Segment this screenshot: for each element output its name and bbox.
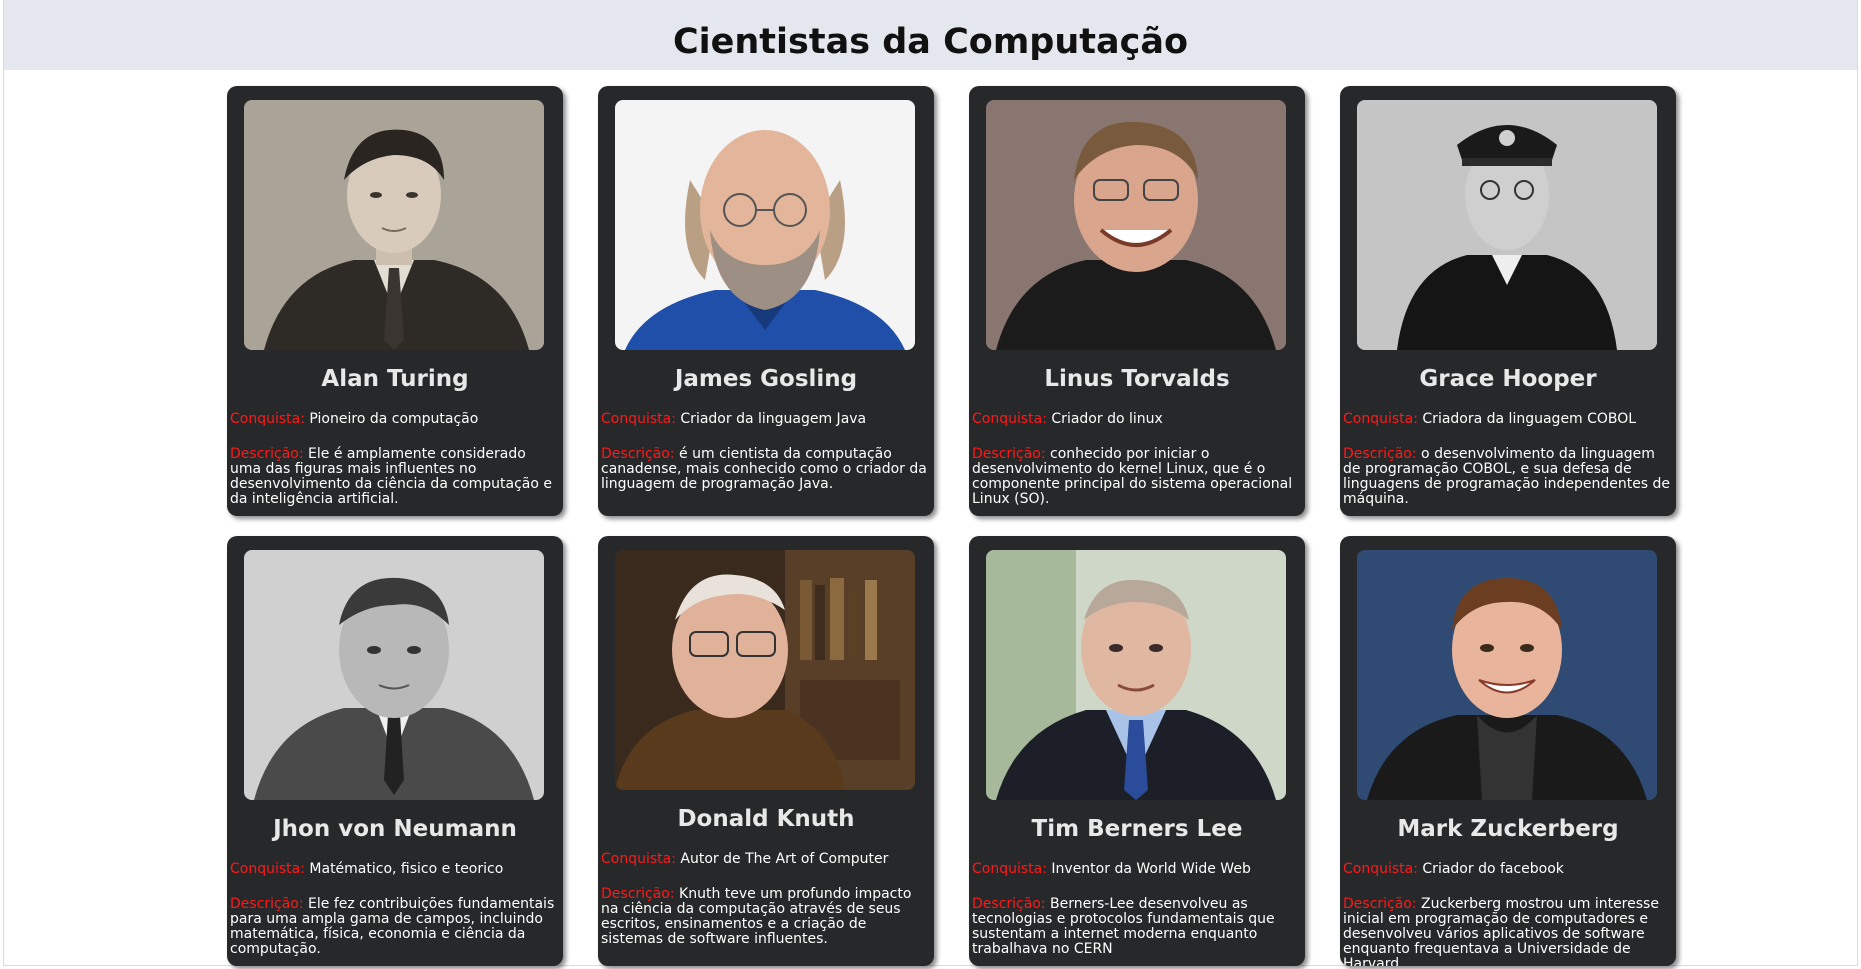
description: Descrição: Ele é amplamente considerado … [230, 447, 560, 507]
scientist-card-alan-turing: Alan Turing Conquista: Pioneiro da compu… [227, 86, 563, 516]
achievement: Conquista: Pioneiro da computação [230, 411, 560, 427]
page-header: Cientistas da Computação [4, 0, 1857, 70]
description: Descrição: o desenvolvimento da linguage… [1343, 447, 1673, 507]
description-label: Descrição: [601, 446, 675, 462]
description: Descrição: Knuth teve um profundo impact… [601, 887, 931, 947]
scientist-card-mark-zuckerberg: Mark Zuckerberg Conquista: Criador do fa… [1340, 536, 1676, 966]
scientist-name: Tim Berners Lee [1031, 816, 1243, 842]
achievement-label: Conquista: [972, 861, 1047, 877]
achievement-label: Conquista: [1343, 411, 1418, 427]
achievement: Conquista: Criadora da linguagem COBOL [1343, 411, 1673, 427]
scientist-card-jhon-von-neumann: Jhon von Neumann Conquista: Matématico, … [227, 536, 563, 966]
scientists-grid: Alan Turing Conquista: Pioneiro da compu… [227, 86, 1676, 966]
scientist-card-grace-hooper: Grace Hooper Conquista: Criadora da ling… [1340, 86, 1676, 516]
achievement-label: Conquista: [972, 411, 1047, 427]
photo-grace-hooper [1357, 100, 1657, 350]
achievement: Conquista: Criador do facebook [1343, 861, 1673, 877]
scientist-card-tim-berners-lee: Tim Berners Lee Conquista: Inventor da W… [969, 536, 1305, 966]
photo-donald-knuth [615, 550, 915, 790]
photo-mark-zuckerberg [1357, 550, 1657, 800]
photo-jhon-von-neumann [244, 550, 544, 800]
achievement-text: Criador da linguagem Java [680, 411, 867, 427]
scientist-card-donald-knuth: Donald Knuth Conquista: Autor de The Art… [598, 536, 934, 966]
description-label: Descrição: [1343, 896, 1417, 912]
page-title: Cientistas da Computação [672, 22, 1189, 62]
scientist-card-linus-torvalds: Linus Torvalds Conquista: Criador do lin… [969, 86, 1305, 516]
scientist-name: James Gosling [674, 366, 858, 392]
achievement: Conquista: Criador do linux [972, 411, 1302, 427]
achievement-text: Criadora da linguagem COBOL [1422, 411, 1637, 427]
description: Descrição: Ele fez contribuições fundame… [230, 897, 560, 957]
achievement-text: Autor de The Art of Computer [680, 851, 889, 867]
description: Descrição: Berners-Lee desenvolveu as te… [972, 897, 1302, 957]
scientist-name: Jhon von Neumann [273, 816, 517, 842]
description: Descrição: Zuckerberg mostrou um interes… [1343, 896, 1673, 967]
achievement-label: Conquista: [230, 861, 305, 877]
photo-james-gosling [615, 100, 915, 350]
achievement: Conquista: Inventor da World Wide Web [972, 861, 1302, 877]
achievement-text: Criador do facebook [1422, 861, 1564, 877]
achievement-label: Conquista: [601, 851, 676, 867]
photo-linus-torvalds [986, 100, 1286, 350]
description: Descrição: é um cientista da computação … [601, 447, 931, 492]
photo-alan-turing [244, 100, 544, 350]
achievement: Conquista: Matématico, fisico e teorico [230, 861, 560, 877]
scientist-card-james-gosling: James Gosling Conquista: Criador da ling… [598, 86, 934, 516]
description-label: Descrição: [230, 896, 304, 912]
scientist-name: Donald Knuth [677, 806, 855, 832]
scientist-name: Linus Torvalds [1044, 366, 1230, 392]
description-label: Descrição: [972, 446, 1046, 462]
scientist-name: Alan Turing [321, 366, 469, 392]
description-label: Descrição: [601, 886, 675, 902]
achievement-text: Criador do linux [1051, 411, 1163, 427]
achievement-text: Inventor da World Wide Web [1051, 861, 1251, 877]
achievement: Conquista: Criador da linguagem Java [601, 411, 931, 427]
scientist-name: Grace Hooper [1419, 366, 1597, 392]
description-label: Descrição: [1343, 446, 1417, 462]
achievement: Conquista: Autor de The Art of Computer [601, 851, 931, 867]
achievement-text: Pioneiro da computação [309, 411, 479, 427]
achievement-label: Conquista: [230, 411, 305, 427]
description-label: Descrição: [230, 446, 304, 462]
achievement-label: Conquista: [1343, 861, 1418, 877]
description: Descrição: conhecido por iniciar o desen… [972, 447, 1302, 507]
achievement-label: Conquista: [601, 411, 676, 427]
photo-tim-berners-lee [986, 550, 1286, 800]
achievement-text: Matématico, fisico e teorico [309, 861, 504, 877]
description-label: Descrição: [972, 896, 1046, 912]
scientist-name: Mark Zuckerberg [1397, 816, 1619, 842]
